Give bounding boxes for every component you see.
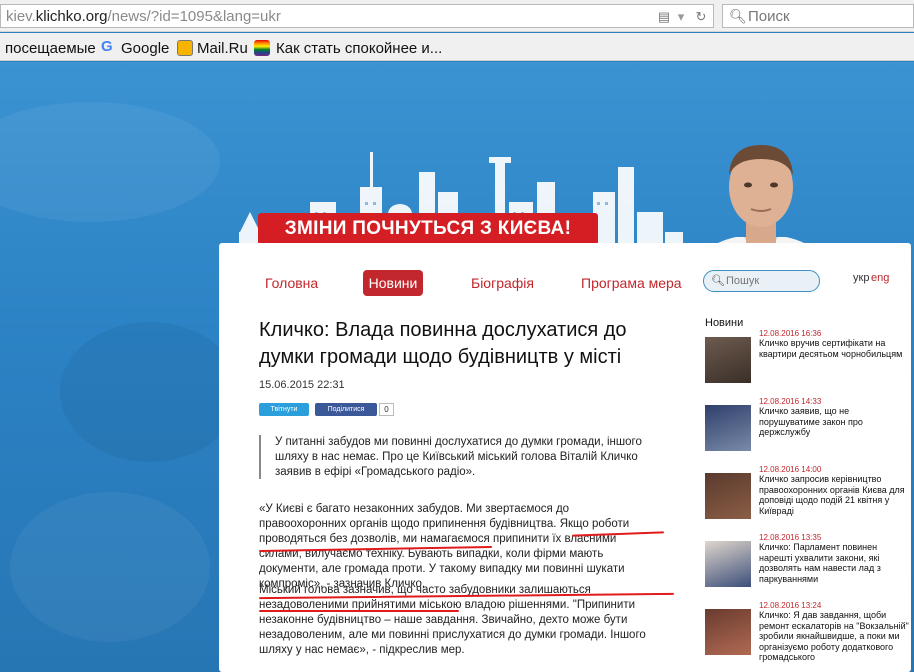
nav-mayor-program[interactable]: Програма мера bbox=[581, 275, 682, 291]
browser-search-input[interactable]: 🔍︎ Поиск bbox=[722, 4, 914, 28]
nav-home[interactable]: Головна bbox=[265, 275, 318, 291]
news-item[interactable]: 12.08.2016 13:24 Кличко: Я дав завдання,… bbox=[705, 601, 911, 663]
campaign-slogan-banner: ЗМІНИ ПОЧНУТЬСЯ З КИЄВА! bbox=[258, 213, 598, 245]
site-search-placeholder: Пошук bbox=[726, 275, 760, 287]
browser-toolbar: kiev.klichko.org/news/?id=1095&lang=ukr … bbox=[0, 0, 914, 32]
news-item[interactable]: 12.08.2016 14:00 Кличко запросив керівни… bbox=[705, 465, 911, 527]
news-thumbnail[interactable] bbox=[705, 541, 751, 587]
news-thumbnail[interactable] bbox=[705, 609, 751, 655]
bookmark-calm[interactable]: Как стать спокойнее и... bbox=[276, 40, 442, 57]
article-title: Кличко: Влада повинна дослухатися до дум… bbox=[259, 319, 627, 368]
red-underline-mark bbox=[259, 610, 459, 612]
search-icon: 🔍︎ bbox=[711, 275, 725, 287]
article-lead: У питанні забудов ми повинні дослухатися… bbox=[259, 435, 659, 479]
nav-news[interactable]: Новини bbox=[363, 270, 423, 296]
bookmark-most-visited[interactable]: посещаемые bbox=[5, 40, 96, 57]
bookmark-mailru[interactable]: Mail.Ru bbox=[197, 40, 248, 57]
facebook-share-button[interactable]: Поділитися bbox=[315, 403, 377, 416]
lang-eng[interactable]: eng bbox=[871, 272, 889, 284]
article-date: 15.06.2015 22:31 bbox=[259, 379, 345, 391]
reader-view-icon[interactable]: ▤ bbox=[656, 9, 672, 25]
rainbow-icon bbox=[254, 40, 270, 56]
bookmarks-bar: посещаемые G Google Mail.Ru Как стать сп… bbox=[0, 33, 914, 61]
twitter-share-button[interactable]: Твітнути bbox=[259, 403, 309, 416]
reload-icon[interactable]: ↻ bbox=[693, 9, 709, 25]
mailru-icon bbox=[177, 40, 193, 56]
sidebar-heading: Новини bbox=[705, 317, 744, 329]
news-thumbnail[interactable] bbox=[705, 473, 751, 519]
google-icon: G bbox=[101, 38, 113, 55]
news-thumbnail[interactable] bbox=[705, 405, 751, 451]
bookmark-google[interactable]: Google bbox=[121, 40, 169, 57]
dropdown-arrow-icon[interactable]: ▾ bbox=[673, 9, 689, 25]
share-count: 0 bbox=[379, 403, 394, 416]
site-search-input[interactable]: 🔍︎ Пошук bbox=[703, 270, 820, 292]
url-text[interactable]: kiev.klichko.org/news/?id=1095&lang=ukr bbox=[6, 8, 281, 25]
lang-ukr[interactable]: укр bbox=[853, 272, 869, 284]
browser-search-placeholder: Поиск bbox=[748, 8, 790, 25]
news-item[interactable]: 12.08.2016 14:33 Кличко заявив, що не по… bbox=[705, 397, 911, 459]
search-icon: 🔍︎ bbox=[729, 8, 747, 24]
nav-biography[interactable]: Біографія bbox=[471, 275, 534, 291]
news-item[interactable]: 12.08.2016 16:36 Кличко вручив сертифіка… bbox=[705, 329, 911, 391]
content-panel: Головна Новини Біографія Програма мера 🔍… bbox=[219, 243, 911, 672]
news-thumbnail[interactable] bbox=[705, 337, 751, 383]
address-bar[interactable]: kiev.klichko.org/news/?id=1095&lang=ukr … bbox=[0, 4, 714, 28]
news-item[interactable]: 12.08.2016 13:35 Кличко: Парламент повин… bbox=[705, 533, 911, 595]
